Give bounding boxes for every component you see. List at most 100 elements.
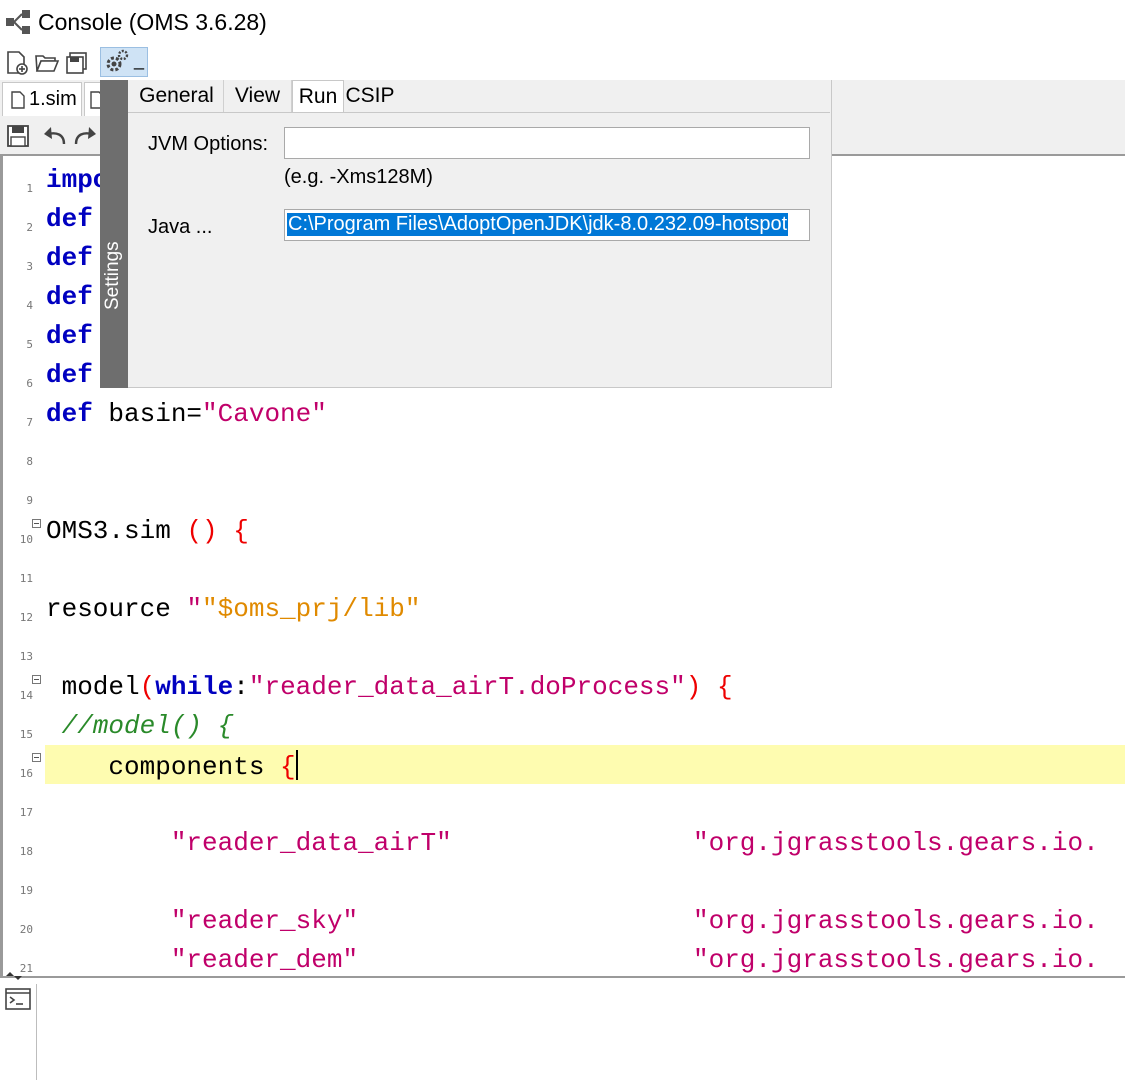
open-folder-icon[interactable] [34, 50, 60, 76]
tab-csip[interactable]: CSIP [344, 80, 396, 112]
string-literal: "Cavone" [202, 399, 327, 429]
java-home-value: C:\Program Files\AdoptOpenJDK\jdk-8.0.23… [287, 213, 789, 236]
save-icon[interactable] [6, 124, 30, 148]
code-text: def [46, 204, 93, 234]
jvm-options-hint: (e.g. -Xms128M) [284, 166, 433, 188]
identifier: model [46, 672, 140, 702]
code-line: 19 [3, 862, 1125, 901]
line-number: 4 [26, 299, 33, 312]
line-number: 12 [19, 611, 33, 624]
code-line: 18 "reader_data_airT" "org.jgrasstools.g… [3, 823, 1125, 862]
identifier: OMS3.sim [46, 516, 187, 546]
code-line: 17 [3, 784, 1125, 823]
settings-side-tab[interactable]: Settings [100, 80, 128, 388]
settings-gear-button[interactable]: _ [100, 47, 148, 77]
keyword: def [46, 360, 93, 390]
app-logo-icon [6, 10, 32, 34]
tab-view[interactable]: View [224, 80, 292, 112]
settings-panel: General View Run CSIP JVM Options: (e.g.… [128, 80, 832, 388]
line-number: 13 [19, 650, 33, 663]
code-text: model(while:"reader_data_airT.doProcess"… [46, 672, 733, 702]
code-line: 21 "reader_dem" "org.jgrasstools.gears.i… [3, 940, 1125, 976]
code-line: 10 OMS3.sim () { [3, 511, 1125, 550]
code-line: 14 model(while:"reader_data_airT.doProce… [3, 667, 1125, 706]
code-line: 12 resource ""$oms_prj/lib" [3, 589, 1125, 628]
line-number: 6 [26, 377, 33, 390]
code-line: 13 [3, 628, 1125, 667]
keyword: def [46, 399, 93, 429]
code-line-current: 16 components { [3, 745, 1125, 784]
file-tab-1sim[interactable]: 1.sim [2, 82, 82, 116]
settings-gear-icon [106, 49, 129, 72]
window-title: Console (OMS 3.6.28) [38, 9, 267, 35]
brace: { [716, 672, 733, 702]
line-number: 18 [19, 845, 33, 858]
undo-icon[interactable] [42, 124, 68, 148]
line-number: 9 [26, 494, 33, 507]
tab-run[interactable]: Run [292, 80, 344, 112]
colon: : [233, 672, 249, 702]
new-file-icon[interactable] [4, 50, 30, 76]
code-line: 20 "reader_sky" "org.jgrasstools.gears.i… [3, 901, 1125, 940]
line-number: 1 [26, 182, 33, 195]
java-home-label: Java ... [148, 216, 213, 238]
code-text: def [46, 243, 93, 273]
run-settings-body: JVM Options: (e.g. -Xms128M) Java ... C:… [128, 112, 830, 388]
fold-toggle-icon[interactable] [32, 519, 41, 528]
main-toolbar: _ [0, 46, 1125, 80]
settings-side-label: Settings [102, 241, 123, 310]
fold-toggle-icon[interactable] [32, 675, 41, 684]
file-icon [11, 91, 25, 109]
code-line: 7 def basin="Cavone" [3, 394, 1125, 433]
redo-icon[interactable] [72, 124, 98, 148]
identifier: components [46, 752, 281, 782]
paren: ( [139, 672, 156, 702]
line-number: 11 [19, 572, 33, 585]
string-literal: "org.jgrasstools.gears.io. [693, 945, 1099, 975]
fold-toggle-icon[interactable] [32, 753, 41, 762]
split-arrows-icon[interactable] [4, 972, 24, 980]
line-number: 10 [19, 533, 33, 546]
keyword: def [46, 243, 93, 273]
identifier: resource [46, 594, 187, 624]
code-text: def [46, 282, 93, 312]
line-number: 15 [19, 728, 33, 741]
identifier: basin= [108, 399, 203, 429]
code-text: def [46, 360, 93, 390]
text-caret [295, 750, 298, 780]
string-literal: "org.jgrasstools.gears.io. [693, 828, 1099, 858]
keyword: def [46, 282, 93, 312]
line-number: 8 [26, 455, 33, 468]
file-tab-label: 1.sim [29, 88, 77, 110]
keyword: def [46, 204, 93, 234]
title-bar: Console (OMS 3.6.28) [0, 0, 1125, 46]
string-literal: "reader_sky" [46, 906, 359, 936]
console-panel [0, 984, 1125, 1080]
line-number: 2 [26, 221, 33, 234]
line-number: 20 [19, 923, 33, 936]
line-number: 14 [19, 689, 33, 702]
keyword: while [155, 672, 234, 702]
code-line: 9 [3, 472, 1125, 511]
line-number: 19 [19, 884, 33, 897]
line-number: 5 [26, 338, 33, 351]
paren: ) [685, 672, 702, 702]
line-number: 3 [26, 260, 33, 273]
code-text: def [46, 321, 93, 351]
terminal-icon[interactable] [5, 988, 31, 1010]
line-number: 17 [19, 806, 33, 819]
brace: { [233, 516, 249, 546]
comment: //model() { [46, 711, 234, 741]
code-text: resource ""$oms_prj/lib" [46, 594, 420, 624]
java-home-input[interactable]: C:\Program Files\AdoptOpenJDK\jdk-8.0.23… [284, 209, 810, 241]
string-literal: "reader_data_airT" [46, 828, 452, 858]
line-number: 7 [26, 416, 33, 429]
save-all-icon[interactable] [64, 50, 90, 76]
jvm-options-input[interactable] [284, 127, 810, 159]
string-literal: "reader_data_airT.doProcess" [248, 672, 686, 702]
code-text: def basin="Cavone" [46, 399, 327, 429]
line-number: 16 [19, 767, 33, 780]
code-text: OMS3.sim () { [46, 516, 249, 546]
string-literal: "reader_dem" [46, 945, 359, 975]
tab-general[interactable]: General [130, 80, 224, 112]
